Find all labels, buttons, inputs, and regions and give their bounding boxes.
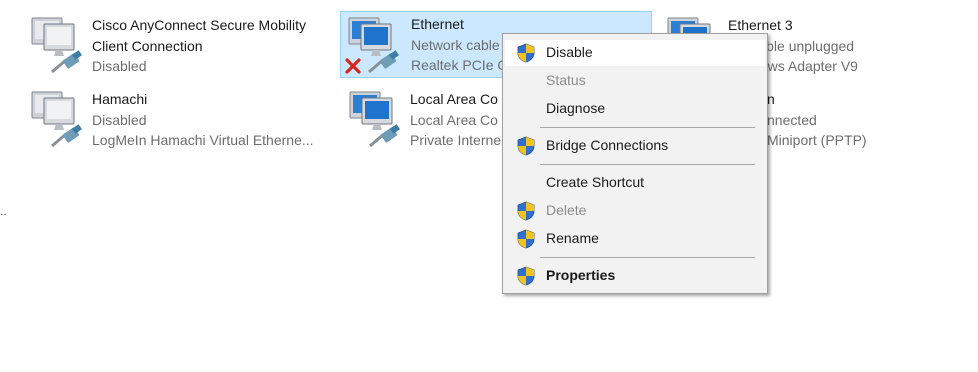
menu-item-delete[interactable]: Delete <box>505 198 765 224</box>
connection-device: Realtek PCIe G <box>411 57 509 73</box>
network-adapter-icon <box>30 16 84 74</box>
menu-separator <box>540 257 755 258</box>
menu-item-disable[interactable]: Disable <box>505 40 765 66</box>
menu-item-diagnose[interactable]: Diagnose <box>505 96 765 122</box>
menu-separator <box>540 127 755 128</box>
menu-item-rename[interactable]: Rename <box>505 226 765 252</box>
connection-name: Local Area Co <box>410 91 498 107</box>
connection-name: Hamachi <box>92 91 148 107</box>
menu-item-label: Rename <box>546 230 599 246</box>
connection-status: Disabled <box>92 58 147 74</box>
network-adapter-icon <box>348 90 402 148</box>
uac-shield-icon <box>517 229 535 249</box>
uac-shield-icon <box>517 43 535 63</box>
connection-name-line2: Client Connection <box>92 37 203 54</box>
uac-shield-icon <box>517 201 535 221</box>
connection-device: Private Interne <box>410 132 502 148</box>
edge-ellipsis: .. <box>0 204 7 218</box>
connection-device: Miniport (PPTP) <box>767 132 867 148</box>
menu-item-properties[interactable]: Properties <box>505 263 765 289</box>
uac-shield-icon <box>517 266 535 286</box>
connection-name: n <box>767 91 775 107</box>
network-adapter-icon <box>30 90 84 148</box>
connection-local-area[interactable]: Local Area Co Local Area Co Private Inte… <box>344 86 504 150</box>
menu-item-bridge-connections[interactable]: Bridge Connections <box>505 133 765 159</box>
connections-pane: Cisco AnyConnect Secure Mobility Client … <box>0 0 978 372</box>
menu-item-label: Status <box>546 72 586 88</box>
context-menu: Disable Status Diagnose Bridge Connectio… <box>502 33 768 294</box>
connection-cisco-anyconnect[interactable]: Cisco AnyConnect Secure Mobility Client … <box>26 12 336 76</box>
menu-item-label: Create Shortcut <box>546 174 645 190</box>
connection-status: nnected <box>767 111 817 128</box>
menu-separator <box>540 164 755 165</box>
uac-shield-icon <box>517 136 535 156</box>
menu-item-status[interactable]: Status <box>505 68 765 94</box>
menu-item-label: Diagnose <box>546 100 606 116</box>
connection-name: Ethernet <box>411 16 464 32</box>
menu-item-label: Disable <box>546 44 593 60</box>
connection-status: Disabled <box>92 111 147 128</box>
menu-item-label: Properties <box>546 267 616 283</box>
connection-hamachi[interactable]: Hamachi Disabled LogMeIn Hamachi Virtual… <box>26 86 336 150</box>
connection-status: Local Area Co <box>410 111 498 128</box>
menu-item-create-shortcut[interactable]: Create Shortcut <box>505 170 765 196</box>
menu-item-label: Delete <box>546 202 587 218</box>
connection-device: LogMeIn Hamachi Virtual Etherne... <box>92 132 314 148</box>
menu-item-label: Bridge Connections <box>546 137 669 153</box>
red-x-icon <box>345 58 361 74</box>
connection-status: Network cable <box>411 36 500 53</box>
connection-name: Cisco AnyConnect Secure Mobility <box>92 17 306 33</box>
